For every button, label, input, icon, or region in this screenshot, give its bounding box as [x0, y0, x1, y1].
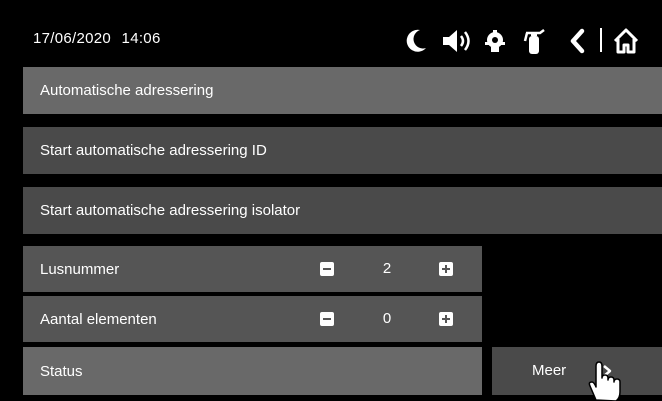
hand-pointer-icon [588, 361, 621, 401]
element-count-row: Aantal elementen 0 [23, 296, 482, 342]
loop-number-row: Lusnummer 2 [23, 246, 482, 292]
fire-extinguisher-icon[interactable] [520, 24, 548, 58]
firefighter-helmet-icon[interactable] [481, 24, 509, 58]
more-button[interactable]: Meer [492, 347, 662, 395]
minus-icon [323, 268, 331, 270]
element-count-decrement-button[interactable] [320, 312, 334, 326]
element-count-value: 0 [382, 310, 392, 327]
status-row: Status [23, 347, 482, 395]
moon-icon[interactable] [402, 24, 430, 58]
loop-number-value: 2 [382, 260, 392, 277]
speaker-icon[interactable] [441, 24, 473, 58]
toolbar-separator [600, 28, 602, 52]
more-button-label: Meer [532, 362, 567, 379]
element-count-label: Aantal elementen [40, 310, 157, 328]
date-label: 17/06/2020 [33, 30, 112, 47]
home-icon[interactable] [612, 24, 640, 58]
start-auto-isolator-label: Start automatische adressering isolator [40, 202, 301, 219]
loop-number-label: Lusnummer [40, 260, 120, 278]
element-count-increment-button[interactable] [439, 312, 453, 326]
start-auto-isolator-button[interactable]: Start automatische adressering isolator [23, 187, 662, 234]
datetime: 17/06/2020 14:06 [33, 30, 167, 47]
status-label: Status [40, 362, 83, 380]
auto-addressing-label: Automatische adressering [40, 82, 214, 99]
time-label: 14:06 [121, 30, 161, 47]
start-auto-id-label: Start automatische adressering ID [40, 142, 267, 159]
auto-addressing-row[interactable]: Automatische adressering [23, 67, 662, 114]
loop-number-decrement-button[interactable] [320, 262, 334, 276]
loop-number-increment-button[interactable] [439, 262, 453, 276]
start-auto-id-button[interactable]: Start automatische adressering ID [23, 127, 662, 174]
back-chevron-icon[interactable] [563, 24, 591, 58]
minus-icon [323, 318, 331, 320]
